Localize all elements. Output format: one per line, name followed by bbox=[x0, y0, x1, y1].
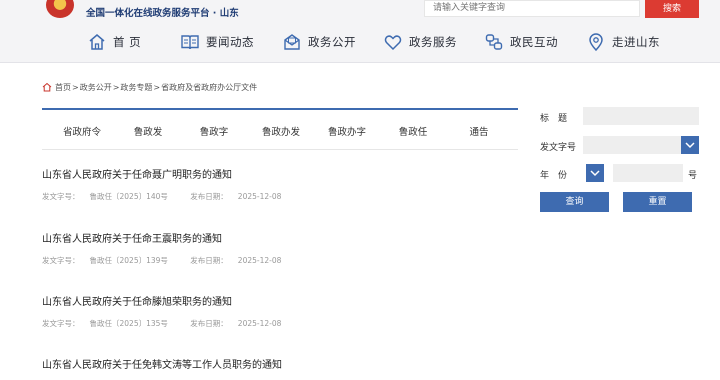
document-title-link[interactable]: 山东省人民政府关于任命滕旭荣职务的通知 bbox=[42, 293, 518, 308]
list-item: 山东省人民政府关于任命聂广明职务的通知 发文字号： 鲁政任〔2025〕140号 发… bbox=[42, 166, 518, 202]
date-value: 2025-12-08 bbox=[237, 192, 282, 201]
nav-item-gov-open[interactable]: 政务公开 bbox=[282, 30, 356, 54]
list-item: 山东省人民政府关于任免韩文涛等工作人员职务的通知 bbox=[42, 356, 518, 371]
doc-no-label: 发文字号： bbox=[42, 192, 80, 201]
number-suffix-label: 号 bbox=[688, 171, 698, 181]
chevron-down-icon bbox=[685, 142, 695, 149]
date-value: 2025-12-08 bbox=[237, 319, 282, 328]
breadcrumb-item-home[interactable]: 首页 bbox=[55, 82, 71, 93]
nav-label: 政务公开 bbox=[308, 35, 356, 49]
title-field-label: 标 题 bbox=[540, 114, 568, 124]
title-field[interactable] bbox=[583, 107, 699, 125]
tab-tong-gao[interactable]: 通告 bbox=[469, 124, 488, 138]
doc-no-field-label: 发文字号 bbox=[540, 143, 577, 153]
breadcrumb-item-gov-open[interactable]: 政务公开 bbox=[80, 82, 112, 93]
breadcrumb-item-current: 省政府及省政府办公厅文件 bbox=[161, 82, 258, 92]
query-button[interactable]: 查询 bbox=[540, 192, 609, 212]
top-header: 全国一体化在线政务服务平台 · 山东 搜索 bbox=[0, 0, 720, 22]
breadcrumb-separator: > bbox=[72, 82, 79, 92]
nav-label: 走进山东 bbox=[612, 35, 660, 49]
breadcrumb-separator: > bbox=[112, 82, 120, 92]
mail-open-icon bbox=[284, 34, 300, 50]
nav-label: 政务服务 bbox=[409, 35, 457, 49]
doc-no-dropdown-button[interactable] bbox=[681, 136, 699, 154]
document-title-link[interactable]: 山东省人民政府关于任免韩文涛等工作人员职务的通知 bbox=[42, 356, 518, 371]
breadcrumb-separator: > bbox=[153, 82, 161, 92]
doc-no-value: 鲁政任〔2025〕140号 bbox=[89, 192, 168, 201]
nav-item-about-shandong[interactable]: 走进山东 bbox=[586, 30, 660, 54]
nav-item-news[interactable]: 要闻动态 bbox=[180, 30, 254, 54]
section-divider bbox=[42, 108, 518, 110]
doc-no-label: 发文字号： bbox=[42, 256, 80, 265]
breadcrumb: 首页 > 政务公开 > 政务专题 > 省政府及省政府办公厅文件 bbox=[42, 81, 257, 93]
date-label: 发布日期： bbox=[190, 319, 228, 328]
main-nav: 首 页 要闻动态 政务公开 政务服务 政民互动 走进山东 bbox=[0, 22, 720, 63]
nav-label: 政民互动 bbox=[510, 35, 558, 49]
nav-item-gov-service[interactable]: 政务服务 bbox=[383, 30, 457, 54]
platform-title: 全国一体化在线政务服务平台 · 山东 bbox=[86, 8, 239, 19]
nav-item-interaction[interactable]: 政民互动 bbox=[484, 30, 558, 54]
nav-label: 首 页 bbox=[113, 35, 142, 49]
nav-item-home[interactable]: 首 页 bbox=[87, 30, 141, 54]
date-label: 发布日期： bbox=[190, 192, 228, 201]
home-icon bbox=[42, 82, 52, 92]
document-title-link[interactable]: 山东省人民政府关于任命聂广明职务的通知 bbox=[42, 166, 518, 181]
tab-lu-zheng-ban-zi[interactable]: 鲁政办字 bbox=[328, 124, 366, 138]
heart-icon bbox=[384, 35, 402, 51]
doc-no-value: 鲁政任〔2025〕135号 bbox=[89, 319, 168, 328]
document-title-link[interactable]: 山东省人民政府关于任命王震职务的通知 bbox=[42, 230, 518, 245]
tab-lu-zheng-ren[interactable]: 鲁政任 bbox=[399, 124, 428, 138]
national-emblem-icon bbox=[46, 0, 74, 18]
tab-lu-zheng-zi[interactable]: 鲁政字 bbox=[200, 124, 229, 138]
number-field[interactable] bbox=[613, 164, 683, 182]
year-dropdown-button[interactable] bbox=[586, 164, 604, 182]
tab-sheng-zheng-fu-ling[interactable]: 省政府令 bbox=[63, 124, 101, 138]
list-item: 山东省人民政府关于任命王震职务的通知 发文字号： 鲁政任〔2025〕139号 发布… bbox=[42, 230, 518, 266]
search-button[interactable]: 搜索 bbox=[645, 0, 699, 18]
document-meta: 发文字号： 鲁政任〔2025〕135号 发布日期： 2025-12-08 bbox=[42, 318, 518, 329]
doc-no-label: 发文字号： bbox=[42, 319, 80, 328]
book-icon bbox=[181, 35, 199, 50]
reset-button[interactable]: 重置 bbox=[623, 192, 692, 212]
doc-no-value: 鲁政任〔2025〕139号 bbox=[89, 256, 168, 265]
chevron-down-icon bbox=[590, 170, 600, 177]
link-icon bbox=[485, 34, 503, 50]
tab-lu-zheng-fa[interactable]: 鲁政发 bbox=[134, 124, 163, 138]
year-field-label: 年 份 bbox=[540, 171, 568, 181]
tabs-divider bbox=[42, 149, 518, 150]
location-pin-icon bbox=[589, 33, 603, 52]
date-label: 发布日期： bbox=[190, 256, 228, 265]
document-meta: 发文字号： 鲁政任〔2025〕140号 发布日期： 2025-12-08 bbox=[42, 191, 518, 202]
doc-no-select[interactable] bbox=[583, 136, 681, 154]
breadcrumb-item-topics[interactable]: 政务专题 bbox=[120, 82, 152, 93]
date-value: 2025-12-08 bbox=[237, 256, 282, 265]
home-icon bbox=[89, 34, 105, 50]
search-input[interactable] bbox=[424, 0, 640, 17]
tab-lu-zheng-ban-fa[interactable]: 鲁政办发 bbox=[262, 124, 300, 138]
document-meta: 发文字号： 鲁政任〔2025〕139号 发布日期： 2025-12-08 bbox=[42, 255, 518, 266]
list-item: 山东省人民政府关于任命滕旭荣职务的通知 发文字号： 鲁政任〔2025〕135号 发… bbox=[42, 293, 518, 329]
category-tabs: 省政府令 鲁政发 鲁政字 鲁政办发 鲁政办字 鲁政任 通告 bbox=[42, 124, 518, 140]
nav-label: 要闻动态 bbox=[206, 35, 254, 49]
